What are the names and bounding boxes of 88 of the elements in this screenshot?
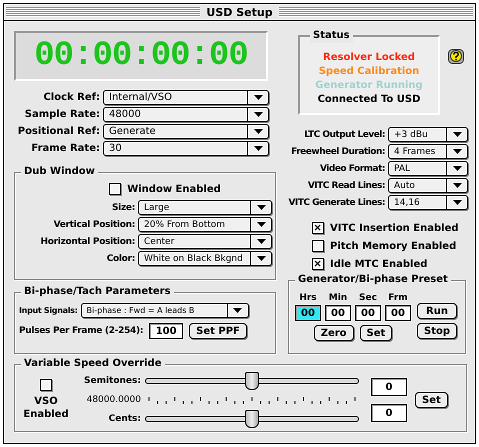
caret-icon (256, 222, 266, 227)
caret-icon (452, 149, 462, 154)
dropdown-menu[interactable]: Bi-phase : Fwd = A leads B (80, 303, 249, 318)
dropdown-menu[interactable]: Generate (103, 124, 269, 139)
time-input[interactable]: 00 (295, 305, 321, 321)
dropdown-menu[interactable]: 4 Frames (388, 144, 468, 159)
field-label: Size: (110, 202, 135, 212)
set-button[interactable]: Set (360, 325, 392, 341)
status-message: Resolver Locked (323, 52, 415, 62)
field-label: Cents: (108, 414, 141, 424)
field-label: Pulses Per Frame (2-254): (19, 326, 144, 336)
group-title: Bi-phase/Tach Parameters (21, 285, 174, 299)
checkbox-label: VSO Enabled (23, 395, 69, 421)
dropdown-menu[interactable]: +3 dBu (388, 127, 468, 142)
caret-icon (233, 308, 242, 313)
caret-icon (452, 200, 462, 205)
status-message: Connected To USD (318, 94, 420, 104)
dropdown-menu[interactable]: 20% From Bottom (138, 217, 272, 232)
status-message: Generator Running (315, 80, 423, 90)
stop-button[interactable]: Stop (417, 323, 458, 339)
caret-icon (452, 183, 462, 188)
field-label: Frm (388, 293, 408, 303)
dropdown-menu[interactable]: 14,16 (388, 195, 468, 210)
checkbox[interactable] (40, 379, 52, 391)
value-input[interactable]: 0 (371, 378, 407, 396)
field-label: Freewheel Duration: (290, 146, 385, 156)
field-label: Input Signals: (19, 306, 78, 315)
field-label: Video Format: (318, 164, 385, 174)
checkbox-label: Window Enabled (127, 184, 221, 194)
pulses-input[interactable]: 100 (149, 323, 184, 339)
dropdown-menu[interactable]: 48000 (103, 107, 269, 122)
dropdown-menu[interactable]: PAL (388, 161, 468, 176)
value-input[interactable]: 0 (371, 404, 407, 422)
group-title: Status (310, 29, 353, 43)
group-title: Variable Speed Override (21, 357, 164, 371)
group-title: Generator/Bi-phase Preset (295, 273, 451, 287)
field-label: Horizontal Position: (40, 236, 135, 246)
time-input[interactable]: 00 (325, 305, 351, 321)
timecode-display: 00:00:00:00 (14, 31, 268, 81)
caret-icon (254, 112, 262, 117)
set-button[interactable]: Set (415, 392, 448, 408)
dropdown-menu[interactable]: Auto (388, 178, 468, 193)
rate-value: 48000.0000 (86, 395, 141, 405)
field-label: Clock Ref: (42, 92, 100, 103)
caret-icon (254, 129, 262, 134)
field-label: Positional Ref: (16, 126, 100, 137)
dropdown-menu[interactable]: Large (138, 200, 272, 215)
field-label: Min (328, 293, 348, 303)
slider[interactable] (145, 372, 359, 390)
caret-icon (452, 132, 462, 137)
slider-thumb[interactable] (245, 410, 259, 428)
time-input[interactable]: 00 (355, 305, 381, 321)
time-input[interactable]: 00 (385, 305, 411, 321)
help-icon[interactable] (448, 49, 464, 64)
field-label: Sample Rate: (24, 109, 100, 120)
slider-thumb[interactable] (245, 372, 259, 390)
checkbox-label: VITC Insertion Enabled (330, 222, 459, 234)
caret-icon (254, 95, 262, 100)
set-ppf-button[interactable]: Set PPF (189, 323, 247, 339)
field-label: Color: (106, 254, 135, 264)
field-label: VITC Read Lines: (306, 180, 385, 190)
field-label: VITC Generate Lines: (288, 198, 385, 208)
checkbox[interactable] (312, 240, 324, 252)
field-label: Sec (359, 293, 377, 303)
checkbox-label: Pitch Memory Enabled (330, 240, 456, 252)
caret-icon (256, 205, 266, 210)
dropdown-menu[interactable]: Internal/VSO (103, 90, 269, 105)
field-label: Hrs (299, 293, 317, 303)
dropdown-menu[interactable]: White on Black Bkgnd (138, 251, 272, 266)
checkbox[interactable] (312, 222, 324, 234)
checkbox[interactable] (312, 258, 324, 270)
dropdown-menu[interactable]: 30 (103, 141, 269, 156)
caret-icon (254, 146, 262, 151)
zero-button[interactable]: Zero (314, 325, 354, 341)
run-button[interactable]: Run (417, 303, 458, 319)
checkbox-label: Idle MTC Enabled (330, 258, 428, 270)
field-label: Frame Rate: (30, 143, 100, 154)
status-message: Speed Calibration (318, 66, 420, 76)
dropdown-menu[interactable]: Center (138, 234, 272, 249)
caret-icon (256, 239, 266, 244)
checkbox[interactable] (109, 183, 122, 195)
field-label: LTC Output Level: (303, 130, 385, 140)
field-label: Semitones: (82, 376, 141, 386)
caret-icon (452, 166, 462, 171)
field-label: Vertical Position: (52, 220, 135, 230)
slider[interactable] (145, 410, 359, 428)
window-title: USD Setup (200, 6, 279, 18)
caret-icon (256, 256, 266, 261)
